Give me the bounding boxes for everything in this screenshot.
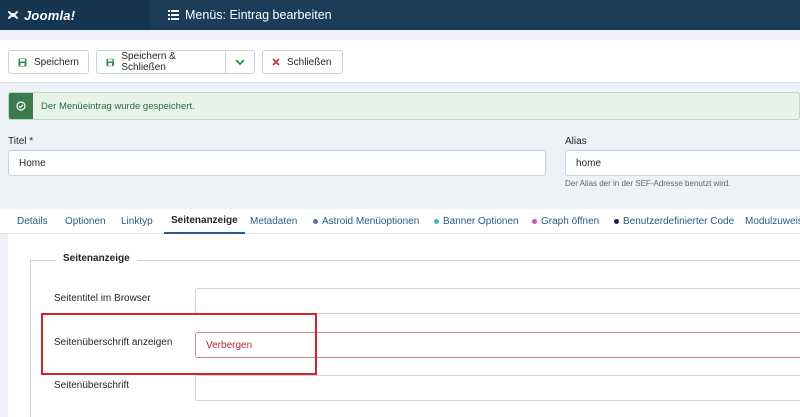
tab-bar: Details Optionen Linktyp Seitenanzeige M… xyxy=(0,209,800,234)
tab-label: Astroid Menüoptionen xyxy=(322,216,420,227)
list-icon xyxy=(168,10,179,20)
chevron-down-icon xyxy=(235,58,245,65)
tab-label: Modulzuweis xyxy=(745,216,800,227)
tab-details[interactable]: Details xyxy=(17,209,48,234)
tab-link-type[interactable]: Linktyp xyxy=(121,209,153,234)
close-button[interactable]: Schließen xyxy=(262,50,343,74)
tab-dot-icon xyxy=(614,219,619,224)
save-close-button[interactable]: Speichern & Schließen xyxy=(96,50,226,74)
title-label: Titel * xyxy=(8,136,34,147)
save-options-dropdown[interactable] xyxy=(225,50,255,74)
top-header: Joomla! Menüs: Eintrag bearbeiten xyxy=(0,0,800,30)
save-button[interactable]: Speichern xyxy=(8,50,89,74)
save-button-label: Speichern xyxy=(33,56,79,68)
tab-custom-code[interactable]: Benutzerdefinierter Code xyxy=(614,209,734,234)
tab-banner-options[interactable]: Banner Optionen xyxy=(434,209,519,234)
close-icon xyxy=(272,58,280,66)
page-title: Menüs: Eintrag bearbeiten xyxy=(168,0,332,30)
logo-text: Joomla! xyxy=(24,7,76,23)
fieldset-legend: Seitenanzeige xyxy=(56,253,137,264)
joomla-logo[interactable]: Joomla! xyxy=(0,0,150,30)
alias-help-text: Der Alias der in der SEF-Adresse benutzt… xyxy=(565,179,731,188)
tab-options[interactable]: Optionen xyxy=(65,209,106,234)
page-title-text: Menüs: Eintrag bearbeiten xyxy=(185,8,332,22)
title-input[interactable]: Home xyxy=(8,150,546,176)
alert-icon-box xyxy=(9,93,33,119)
toolbar: Speichern Speichern & Schließen Schließe… xyxy=(0,40,800,83)
browser-title-input[interactable] xyxy=(195,288,800,314)
tab-label: Optionen xyxy=(65,216,106,227)
alias-input[interactable]: home xyxy=(565,150,800,176)
tab-metadata[interactable]: Metadaten xyxy=(250,209,297,234)
tab-module-assignment[interactable]: Modulzuweis xyxy=(745,209,800,234)
tab-label: Seitenanzeige xyxy=(171,215,238,226)
save-icon xyxy=(106,58,114,66)
alert-message: Der Menüeintrag wurde gespeichert. xyxy=(41,100,195,112)
success-alert: Der Menüeintrag wurde gespeichert. xyxy=(8,92,800,120)
tab-dot-icon xyxy=(434,219,439,224)
tab-page-display[interactable]: Seitenanzeige xyxy=(164,209,245,234)
tab-label: Linktyp xyxy=(121,216,153,227)
browser-title-label: Seitentitel im Browser xyxy=(54,293,151,304)
close-button-label: Schließen xyxy=(287,56,332,68)
annotation-highlight-box xyxy=(41,313,317,375)
tab-label: Benutzerdefinierter Code xyxy=(623,216,735,227)
tab-astroid-menu-options[interactable]: Astroid Menüoptionen xyxy=(313,209,419,234)
tab-dot-icon xyxy=(313,219,318,224)
alias-label: Alias xyxy=(565,136,587,147)
save-icon xyxy=(18,58,27,66)
tab-label: Details xyxy=(17,216,48,227)
tab-open-graph[interactable]: Graph öffnen xyxy=(532,209,599,234)
tab-dot-icon xyxy=(532,219,537,224)
joomla-logo-icon xyxy=(8,11,18,19)
tab-label: Banner Optionen xyxy=(443,216,519,227)
check-circle-icon xyxy=(16,101,26,111)
tab-label: Graph öffnen xyxy=(541,216,600,227)
save-close-button-label: Speichern & Schließen xyxy=(121,51,176,73)
heading-label: Seitenüberschrift xyxy=(54,380,130,391)
tab-label: Metadaten xyxy=(250,216,298,227)
heading-input[interactable] xyxy=(195,375,800,401)
